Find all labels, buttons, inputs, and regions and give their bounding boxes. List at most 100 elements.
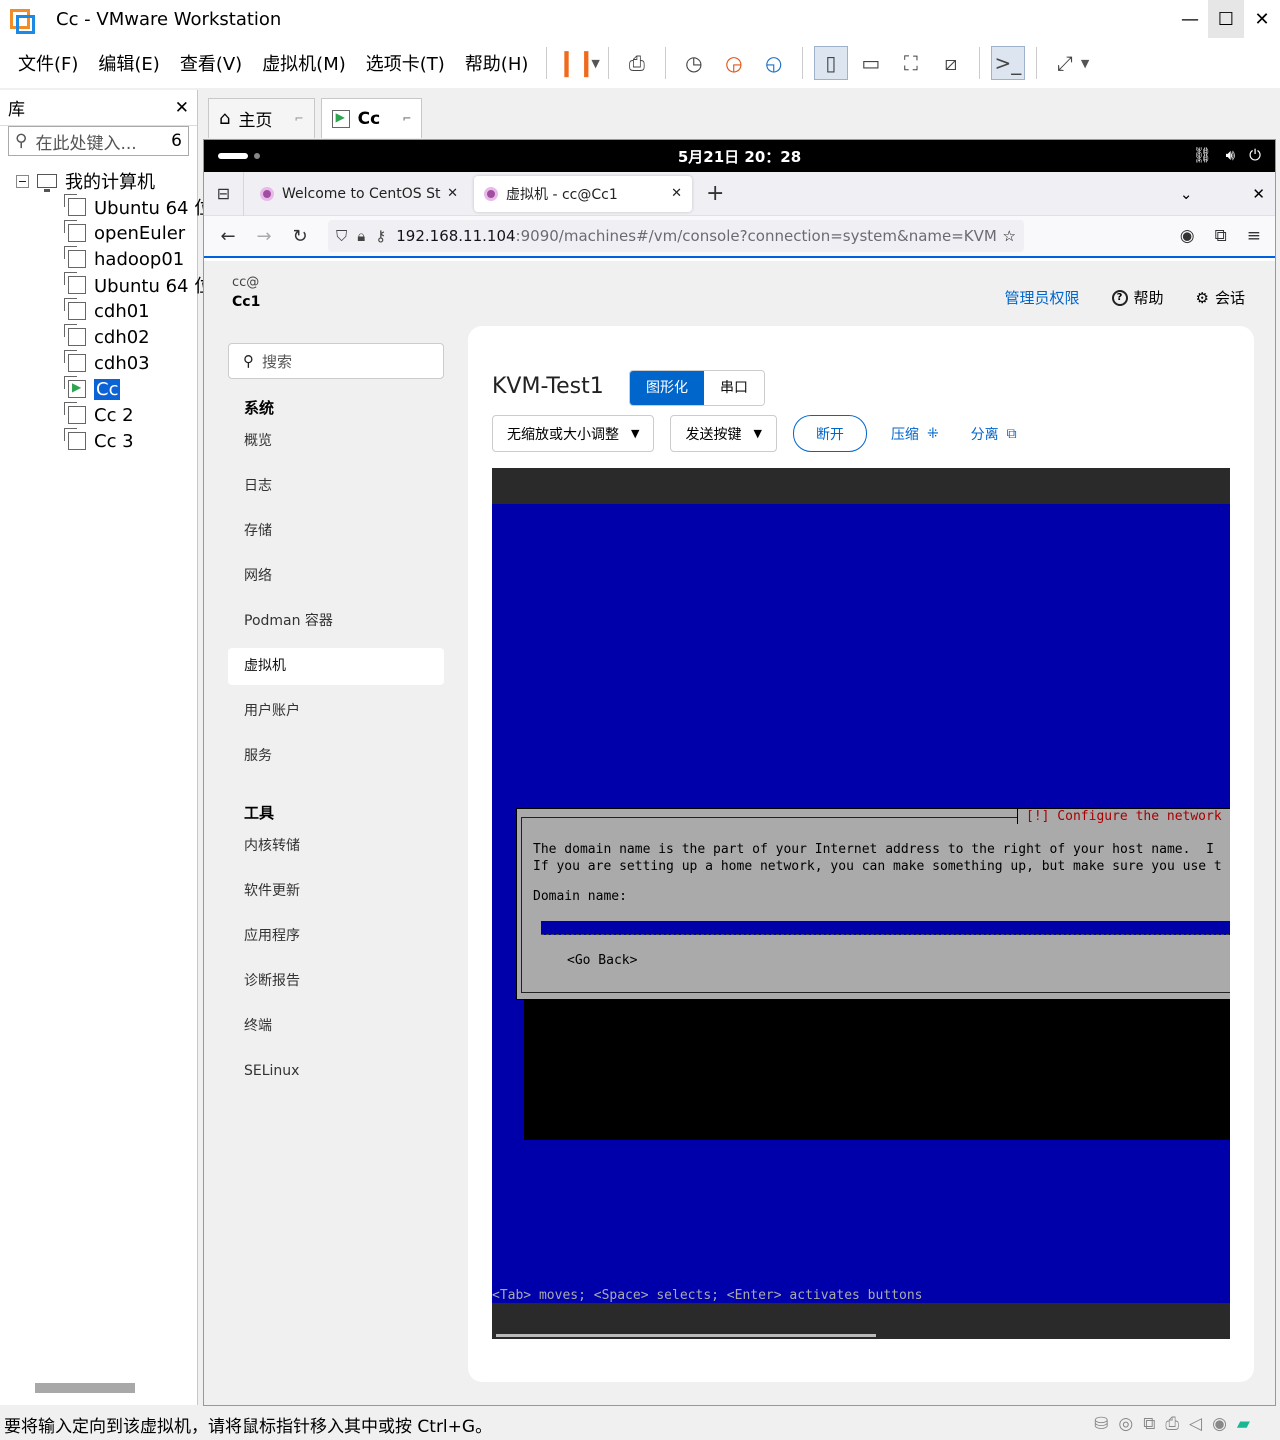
tree-item-vm[interactable]: cdh03 xyxy=(0,350,197,376)
tab-close-icon[interactable]: ✕ xyxy=(447,186,458,201)
pause-dropdown-icon[interactable]: ▼ xyxy=(591,57,599,70)
forward-icon[interactable]: → xyxy=(246,226,282,247)
minimize-button[interactable]: — xyxy=(1172,0,1208,38)
nav-item-virtual-machines[interactable]: 虚拟机 xyxy=(228,648,444,685)
gnome-clock[interactable]: 5月21日 20：28 xyxy=(204,146,1275,167)
tab-close-icon[interactable]: ⌐ xyxy=(402,112,411,125)
guest-display[interactable]: 5月21日 20：28 ⛓ 🔊︎ ⏻ ⊟ Welcome to CentOS S… xyxy=(203,139,1276,1406)
library-view-icon[interactable]: ▯ xyxy=(813,46,848,80)
sound-icon[interactable]: ◁ xyxy=(1189,1414,1202,1434)
menu-icon[interactable]: ≡ xyxy=(1247,226,1261,246)
menu-help[interactable]: 帮助(H) xyxy=(455,50,539,76)
extensions-icon[interactable]: ⧉ xyxy=(1215,226,1227,246)
library-scrollbar[interactable] xyxy=(35,1383,135,1393)
tree-item-vm-selected[interactable]: Cc xyxy=(0,376,197,402)
revert-snapshot-icon[interactable]: ◶ xyxy=(717,46,751,80)
scale-select-value: 无缩放或大小调整 xyxy=(507,426,619,443)
tree-item-vm[interactable]: hadoop01 xyxy=(0,246,197,272)
admin-access-button[interactable]: 管理员权限 xyxy=(1005,287,1080,308)
menu-view[interactable]: 查看(V) xyxy=(170,50,252,76)
maximize-button[interactable]: ☐ xyxy=(1208,0,1244,38)
back-icon[interactable]: ← xyxy=(210,226,246,247)
stretch-icon[interactable]: ⤢ xyxy=(1048,46,1082,80)
tab-home[interactable]: ⌂ 主页 ⌐ xyxy=(208,98,315,138)
close-button[interactable]: ✕ xyxy=(1244,0,1280,38)
nav-item-network[interactable]: 网络 xyxy=(228,558,444,595)
tree-item-vm[interactable]: Cc 3 xyxy=(0,428,197,454)
tab-overview-icon[interactable]: ⊟ xyxy=(204,171,244,216)
send-ctrl-alt-del-icon[interactable]: ⎙ xyxy=(620,46,654,80)
hard-disk-icon[interactable]: ⛁ xyxy=(1094,1414,1108,1434)
terminal-icon[interactable]: >_ xyxy=(990,46,1025,80)
favicon-icon xyxy=(260,186,274,201)
close-window-icon[interactable]: ✕ xyxy=(1252,185,1265,203)
menu-vm[interactable]: 虚拟机(M) xyxy=(252,50,356,76)
cd-rom-icon[interactable]: ◎ xyxy=(1118,1414,1133,1434)
tree-item-vm[interactable]: cdh02 xyxy=(0,324,197,350)
menu-edit[interactable]: 编辑(E) xyxy=(88,50,169,76)
tree-item-vm[interactable]: Cc 2 xyxy=(0,402,197,428)
stretch-dropdown-icon[interactable]: ▼ xyxy=(1081,57,1089,70)
nav-search-input[interactable]: ⚲ 搜索 xyxy=(228,343,444,379)
network-adapter-icon[interactable]: ⧉ xyxy=(1143,1414,1155,1434)
collapse-icon[interactable]: − xyxy=(16,174,29,188)
unity-icon[interactable]: ⧄ xyxy=(934,46,968,80)
scale-select[interactable]: 无缩放或大小调整 ▼ xyxy=(492,415,655,452)
tab-cc[interactable]: Cc ⌐ xyxy=(320,98,423,138)
nav-item-kdump[interactable]: 内核转储 xyxy=(228,828,444,865)
nav-item-selinux[interactable]: SELinux xyxy=(228,1053,444,1090)
tree-item-vm[interactable]: openEuler xyxy=(0,220,197,246)
reload-icon[interactable]: ↻ xyxy=(282,226,318,247)
nav-item-logs[interactable]: 日志 xyxy=(228,468,444,505)
nav-item-services[interactable]: 服务 xyxy=(228,738,444,775)
compress-button[interactable]: 压缩 ⁜ xyxy=(891,424,939,444)
library-search-input[interactable]: ⚲ 在此处键入... 6 xyxy=(8,126,189,156)
nav-item-terminal[interactable]: 终端 xyxy=(228,1008,444,1045)
message-icon[interactable]: ▰ xyxy=(1237,1414,1250,1434)
go-back-button[interactable]: <Go Back> xyxy=(567,953,637,968)
vnc-console[interactable]: [!] Configure the network The domain nam… xyxy=(492,468,1230,1339)
pause-icon[interactable]: ❙❙ xyxy=(556,46,598,80)
library-close-icon[interactable]: ✕ xyxy=(175,98,189,118)
domain-name-input[interactable] xyxy=(541,921,1230,935)
menu-tabs[interactable]: 选项卡(T) xyxy=(356,50,455,76)
installer-screen[interactable]: [!] Configure the network The domain nam… xyxy=(492,504,1230,1303)
printer-icon[interactable]: ⎙ xyxy=(1165,1414,1179,1434)
system-tray[interactable]: ⛓ 🔊︎ ⏻ xyxy=(1193,146,1261,164)
help-button[interactable]: ? 帮助 xyxy=(1111,287,1164,308)
snapshot-manager-icon[interactable]: ◵ xyxy=(757,46,791,80)
url-bar[interactable]: ⛉ 🔒︎ ⚷ 192.168.11.104 :9090/machines#/vm… xyxy=(328,220,1024,252)
detach-button[interactable]: 分离 ⧉ xyxy=(971,424,1017,444)
console-tab-serial[interactable]: 串口 xyxy=(704,371,764,405)
browser-tab-cockpit[interactable]: 虚拟机 - cc@Cc1 ✕ xyxy=(474,175,692,212)
tree-root-my-computer[interactable]: − 我的计算机 xyxy=(0,168,197,194)
tab-close-icon[interactable]: ✕ xyxy=(671,186,682,201)
console-tab-graphical[interactable]: 图形化 xyxy=(630,371,704,405)
tree-item-vm[interactable]: Ubuntu 64 位 xyxy=(0,194,212,220)
console-scrollbar[interactable] xyxy=(496,1334,876,1337)
full-screen-icon[interactable]: ⛶ xyxy=(894,46,928,80)
send-key-dropdown[interactable]: 发送按键 ▼ xyxy=(670,415,777,452)
list-tabs-icon[interactable]: ⌄ xyxy=(1180,185,1193,203)
nav-item-podman[interactable]: Podman 容器 xyxy=(228,603,444,640)
browser-tab-centos[interactable]: Welcome to CentOS Stre... ✕ xyxy=(250,176,468,212)
nav-item-applications[interactable]: 应用程序 xyxy=(228,918,444,955)
tree-item-vm[interactable]: Ubuntu 64 位 xyxy=(0,272,212,298)
nav-item-diagnostic-reports[interactable]: 诊断报告 xyxy=(228,963,444,1000)
bookmark-star-icon[interactable]: ☆ xyxy=(1003,227,1016,245)
menu-file[interactable]: 文件(F) xyxy=(8,50,88,76)
tab-close-icon[interactable]: ⌐ xyxy=(294,112,303,125)
nav-item-storage[interactable]: 存储 xyxy=(228,513,444,550)
nav-item-overview[interactable]: 概览 xyxy=(228,423,444,460)
session-button[interactable]: ⚙ 会话 xyxy=(1196,287,1245,308)
nav-item-accounts[interactable]: 用户账户 xyxy=(228,693,444,730)
console-view-icon[interactable]: ▭ xyxy=(854,46,888,80)
new-tab-icon[interactable]: + xyxy=(706,181,724,206)
usb-icon[interactable]: ◉ xyxy=(1212,1414,1227,1434)
nav-item-updates[interactable]: 软件更新 xyxy=(228,873,444,910)
disconnect-button[interactable]: 断开 xyxy=(792,415,867,452)
tree-item-vm[interactable]: cdh01 xyxy=(0,298,197,324)
snapshot-icon[interactable]: ◷ xyxy=(677,46,711,80)
account-icon[interactable]: ◉ xyxy=(1180,226,1195,246)
host-switcher[interactable]: cc@ Cc1 xyxy=(232,275,260,310)
